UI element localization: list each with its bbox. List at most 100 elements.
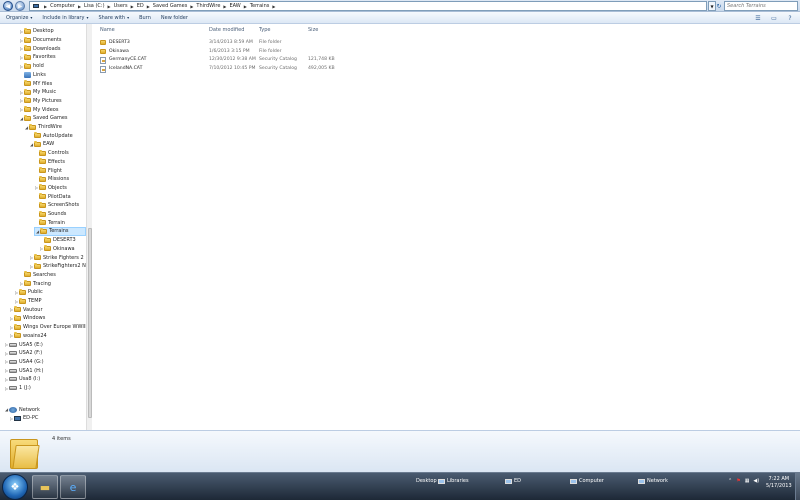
breadcrumb-ed[interactable]: ED — [137, 3, 144, 9]
network-tray-icon[interactable]: ▦ — [745, 478, 750, 484]
breadcrumb-terrains[interactable]: Terrains — [250, 3, 270, 9]
nav-item-eaw[interactable]: ◢ EAW — [29, 140, 54, 149]
nav-item-wings-over-europe-wwiii[interactable]: ▷ Wings Over Europe WWIII — [9, 323, 87, 332]
nav-item-public[interactable]: ▷ Public — [14, 288, 43, 297]
nav-item-usa5-e[interactable]: ▷ USA5 (E:) — [4, 340, 43, 349]
breadcrumb-thirdwire[interactable]: ThirdWire — [196, 3, 220, 9]
nav-item-usa8-i[interactable]: ▷ Usa8 (I:) — [4, 375, 40, 384]
preview-pane-icon[interactable]: ▭ — [770, 14, 778, 22]
nav-item-my-files[interactable]: MY files — [19, 79, 52, 88]
nav-item-1-j[interactable]: ▷ 1 (J:) — [4, 384, 31, 393]
view-options-icon[interactable]: ☰ — [754, 14, 762, 22]
file-row-okinawa[interactable]: Okinawa 1/6/2013 3:15 PM File folder — [98, 48, 358, 56]
nav-item-objects[interactable]: ▷ Objects — [34, 184, 67, 193]
include-in-library-menu[interactable]: Include in library ▾ — [42, 15, 88, 21]
nav-item-controls[interactable]: Controls — [34, 149, 69, 158]
breadcrumb-separator-icon[interactable]: ▶ — [223, 4, 226, 9]
nav-item-missions[interactable]: Missions — [34, 175, 69, 184]
nav-item-flight[interactable]: Flight — [34, 166, 62, 175]
burn-button[interactable]: Burn — [139, 15, 151, 21]
file-row-icelandna-cat[interactable]: IcelandNA.CAT 7/10/2012 10:45 PM Security … — [98, 65, 358, 74]
nav-item-tracing[interactable]: ▷ Tracing — [19, 279, 51, 288]
nav-item-hold[interactable]: ▷ hold — [19, 62, 44, 71]
volume-icon[interactable]: ◀) — [753, 478, 759, 484]
nav-item-favorites[interactable]: ▷ Favorites — [19, 53, 56, 62]
breadcrumb-users[interactable]: Users — [114, 3, 128, 9]
clock[interactable]: 7:22 AM 5/17/2013 — [766, 476, 792, 490]
nav-item-strike-fighters-2[interactable]: ▷ Strike Fighters 2 — [29, 253, 84, 262]
organize-menu[interactable]: Organize ▾ — [6, 15, 32, 21]
nav-item-ed-pc[interactable]: ▷ ED-PC — [9, 414, 38, 423]
nav-item-desert3[interactable]: DESERT3 — [39, 236, 76, 245]
nav-item-windows[interactable]: ▷ Windows — [9, 314, 45, 323]
breadcrumb-computer[interactable]: Computer — [50, 3, 75, 9]
nav-item-terrain[interactable]: Terrain — [34, 218, 65, 227]
nav-item-documents[interactable]: ▷ Documents — [19, 36, 62, 45]
share-with-menu[interactable]: Share with ▾ — [98, 15, 129, 21]
nav-item-thirdwire[interactable]: ◢ ThirdWire — [24, 123, 62, 132]
nav-item-my-videos[interactable]: ▷ My Videos — [19, 105, 58, 114]
nav-item-effects[interactable]: Effects — [34, 158, 65, 167]
breadcrumb-separator-icon[interactable]: ▶ — [131, 4, 134, 9]
breadcrumb-separator-icon[interactable]: ▶ — [272, 4, 275, 9]
nav-item-usa4-g[interactable]: ▷ USA4 (G:) — [4, 358, 44, 367]
nav-item-my-pictures[interactable]: ▷ My Pictures — [19, 97, 62, 106]
breadcrumb-separator-icon[interactable]: ▶ — [147, 4, 150, 9]
file-name: Okinawa — [109, 48, 129, 54]
nav-item-strikefighters2-nor[interactable]: ▷ StrikeFighters2 Nor — [29, 262, 91, 271]
breadcrumb-lisa-c[interactable]: Lisa (C:) — [84, 3, 105, 9]
nav-item-autoupdate[interactable]: AutoUpdate — [29, 131, 73, 140]
column-header-date[interactable]: Date modified — [209, 27, 244, 33]
nav-item-screenshots[interactable]: ScreenShots — [34, 201, 79, 210]
taskbar-computer-toolbar[interactable]: Computer — [570, 478, 604, 484]
address-field[interactable]: ▶ Computer ▶ Lisa (C:) ▶ Users ▶ ED ▶ Saved Games… — [29, 1, 707, 11]
start-button[interactable]: ❖ — [2, 474, 28, 500]
nav-item-downloads[interactable]: ▷ Downloads — [19, 44, 60, 53]
nav-item-okinawa[interactable]: ▷ Okinawa — [39, 245, 75, 254]
nav-item-usa1-h[interactable]: ▷ USA1 (H:) — [4, 366, 44, 375]
back-button[interactable]: ◀ — [3, 1, 13, 11]
folder-icon — [34, 140, 41, 147]
nav-item-my-music[interactable]: ▷ My Music — [19, 88, 56, 97]
nav-item-sounds[interactable]: Sounds — [34, 210, 66, 219]
column-header-size[interactable]: Size — [308, 27, 318, 33]
help-icon[interactable]: ? — [786, 14, 794, 22]
breadcrumb-eaw[interactable]: EAW — [229, 3, 240, 9]
nav-item-searches[interactable]: Searches — [19, 271, 56, 280]
show-desktop-button[interactable] — [795, 473, 800, 500]
search-input[interactable]: Search Terrains — [724, 1, 798, 11]
show-hidden-icons-icon[interactable]: ⌃ — [728, 478, 732, 484]
taskbar-network-toolbar[interactable]: Network — [638, 478, 668, 484]
file-type: File folder — [259, 40, 282, 45]
column-header-type[interactable]: Type — [259, 27, 270, 33]
breadcrumb-separator-icon[interactable]: ▶ — [244, 4, 247, 9]
new-folder-button[interactable]: New folder — [161, 15, 188, 21]
nav-item-network[interactable]: ◢ Network — [4, 405, 40, 414]
nav-item-links[interactable]: Links — [19, 71, 46, 80]
breadcrumb-separator-icon[interactable]: ▶ — [78, 4, 81, 9]
taskbar-ed-toolbar[interactable]: ED — [505, 478, 521, 484]
refresh-button[interactable]: ↻ — [714, 1, 724, 11]
file-row-germanyce-cat[interactable]: GermanyCE.CAT 12/30/2012 9:38 AM Security … — [98, 56, 358, 65]
file-name: IcelandNA.CAT — [109, 66, 143, 72]
nav-item-terrains[interactable]: ◢ Terrains — [34, 227, 86, 236]
breadcrumb-saved-games[interactable]: Saved Games — [153, 3, 188, 9]
nav-item-usa2-f[interactable]: ▷ USA2 (F:) — [4, 349, 42, 358]
nav-item-pilotdata[interactable]: PilotData — [34, 192, 71, 201]
taskbar-libraries-toolbar[interactable]: Libraries — [438, 478, 469, 484]
breadcrumb-separator-icon[interactable]: ▶ — [44, 4, 47, 9]
nav-item-vautour[interactable]: ▷ Vautour — [9, 305, 43, 314]
nav-item-temp[interactable]: ▷ TEMP — [14, 297, 42, 306]
forward-button[interactable]: ▶ — [15, 1, 25, 11]
file-row-desert3[interactable]: DESERT3 3/14/2013 8:59 AM File folder — [98, 39, 358, 47]
nav-item-desktop[interactable]: ▷ Desktop — [19, 27, 54, 36]
taskbar-desktop-toolbar[interactable]: Desktop — [416, 478, 437, 484]
breadcrumb-separator-icon[interactable]: ▶ — [108, 4, 111, 9]
column-header-name[interactable]: Name — [100, 27, 115, 33]
nav-item-woains24[interactable]: ▷ woains24 — [9, 332, 47, 341]
taskbar-explorer-button[interactable]: ▬ — [32, 475, 58, 499]
taskbar-ie-button[interactable]: e — [60, 475, 86, 499]
nav-item-saved-games[interactable]: ◢ Saved Games — [19, 114, 68, 123]
flag-icon[interactable]: ⚑ — [736, 478, 740, 484]
breadcrumb-separator-icon[interactable]: ▶ — [190, 4, 193, 9]
